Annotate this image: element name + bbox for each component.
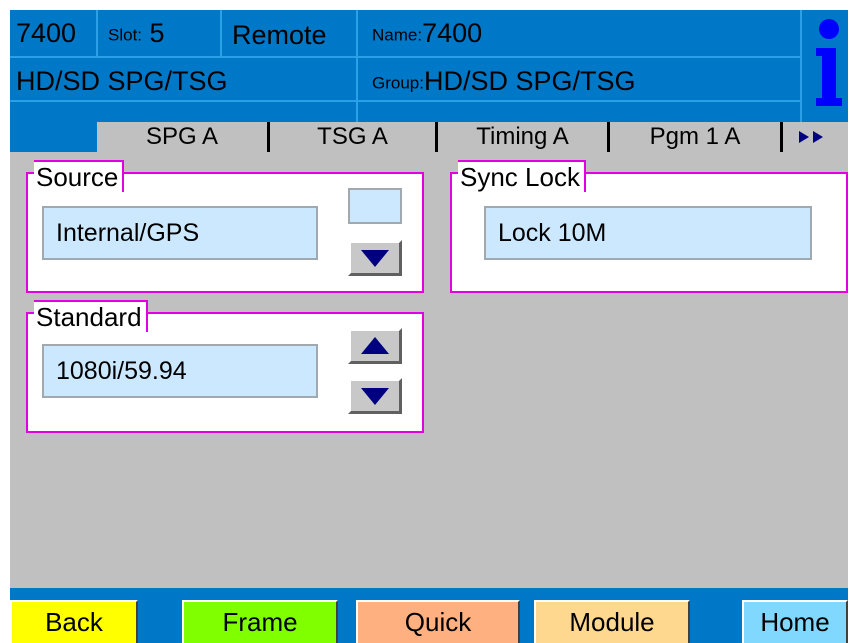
source-title: Source — [34, 160, 125, 192]
info-icon[interactable] — [812, 16, 844, 108]
standard-up-button[interactable] — [348, 328, 402, 364]
module-button[interactable]: Module — [534, 600, 690, 643]
source-down-button[interactable] — [348, 240, 402, 276]
tab-bar: SPG A TSG A Timing A Pgm 1 A — [10, 122, 848, 152]
group-name: Group:HD/SD SPG/TSG — [372, 68, 636, 95]
divider — [96, 10, 98, 56]
divider — [800, 10, 802, 122]
card-type: HD/SD SPG/TSG — [16, 66, 228, 96]
down-arrow-icon — [361, 388, 389, 405]
tab-timing-a[interactable]: Timing A — [435, 122, 607, 152]
name-label: Name: — [372, 25, 423, 45]
device-name: Name:7400 — [372, 20, 482, 47]
sync-lock-group: Sync Lock Lock 10M — [450, 160, 848, 293]
source-up-button-disabled — [348, 188, 402, 224]
tabs-scroll-right-button[interactable] — [780, 122, 848, 152]
tab-spg-a[interactable]: SPG A — [97, 122, 267, 152]
sync-lock-value: Lock 10M — [484, 206, 812, 260]
slot-indicator: Slot: 5 — [108, 20, 165, 47]
footer-bar: Back Frame Quick Module Home — [10, 588, 848, 643]
up-arrow-icon — [361, 337, 389, 354]
slot-value: 5 — [149, 18, 165, 48]
standard-group: Standard 1080i/59.94 — [26, 300, 424, 433]
divider — [356, 10, 358, 122]
group-label: Group: — [372, 73, 424, 93]
tab-pgm-1-a[interactable]: Pgm 1 A — [607, 122, 780, 152]
home-button[interactable]: Home — [742, 600, 848, 643]
down-arrow-icon — [361, 250, 389, 267]
header: 7400 Slot: 5 Remote Name:7400 HD/SD SPG/… — [10, 10, 848, 122]
frame-button[interactable]: Frame — [182, 600, 338, 643]
divider — [10, 56, 800, 58]
divider — [10, 100, 800, 102]
group-value: HD/SD SPG/TSG — [423, 66, 636, 96]
tab-tsg-a[interactable]: TSG A — [267, 122, 435, 152]
standard-down-button[interactable] — [348, 378, 402, 414]
slot-label: Slot: — [108, 25, 143, 45]
standard-value[interactable]: 1080i/59.94 — [42, 344, 318, 398]
name-value: 7400 — [422, 18, 483, 48]
back-button[interactable]: Back — [10, 600, 138, 643]
model-number: 7400 — [16, 18, 77, 48]
sync-lock-title: Sync Lock — [458, 160, 586, 192]
source-value[interactable]: Internal/GPS — [42, 206, 318, 260]
source-group: Source Internal/GPS — [26, 160, 424, 293]
quick-button[interactable]: Quick — [356, 600, 520, 643]
control-screen: 7400 Slot: 5 Remote Name:7400 HD/SD SPG/… — [10, 10, 848, 643]
standard-title: Standard — [34, 300, 148, 332]
control-mode: Remote — [232, 20, 327, 50]
divider — [220, 10, 222, 56]
double-right-arrow-icon — [799, 131, 823, 143]
